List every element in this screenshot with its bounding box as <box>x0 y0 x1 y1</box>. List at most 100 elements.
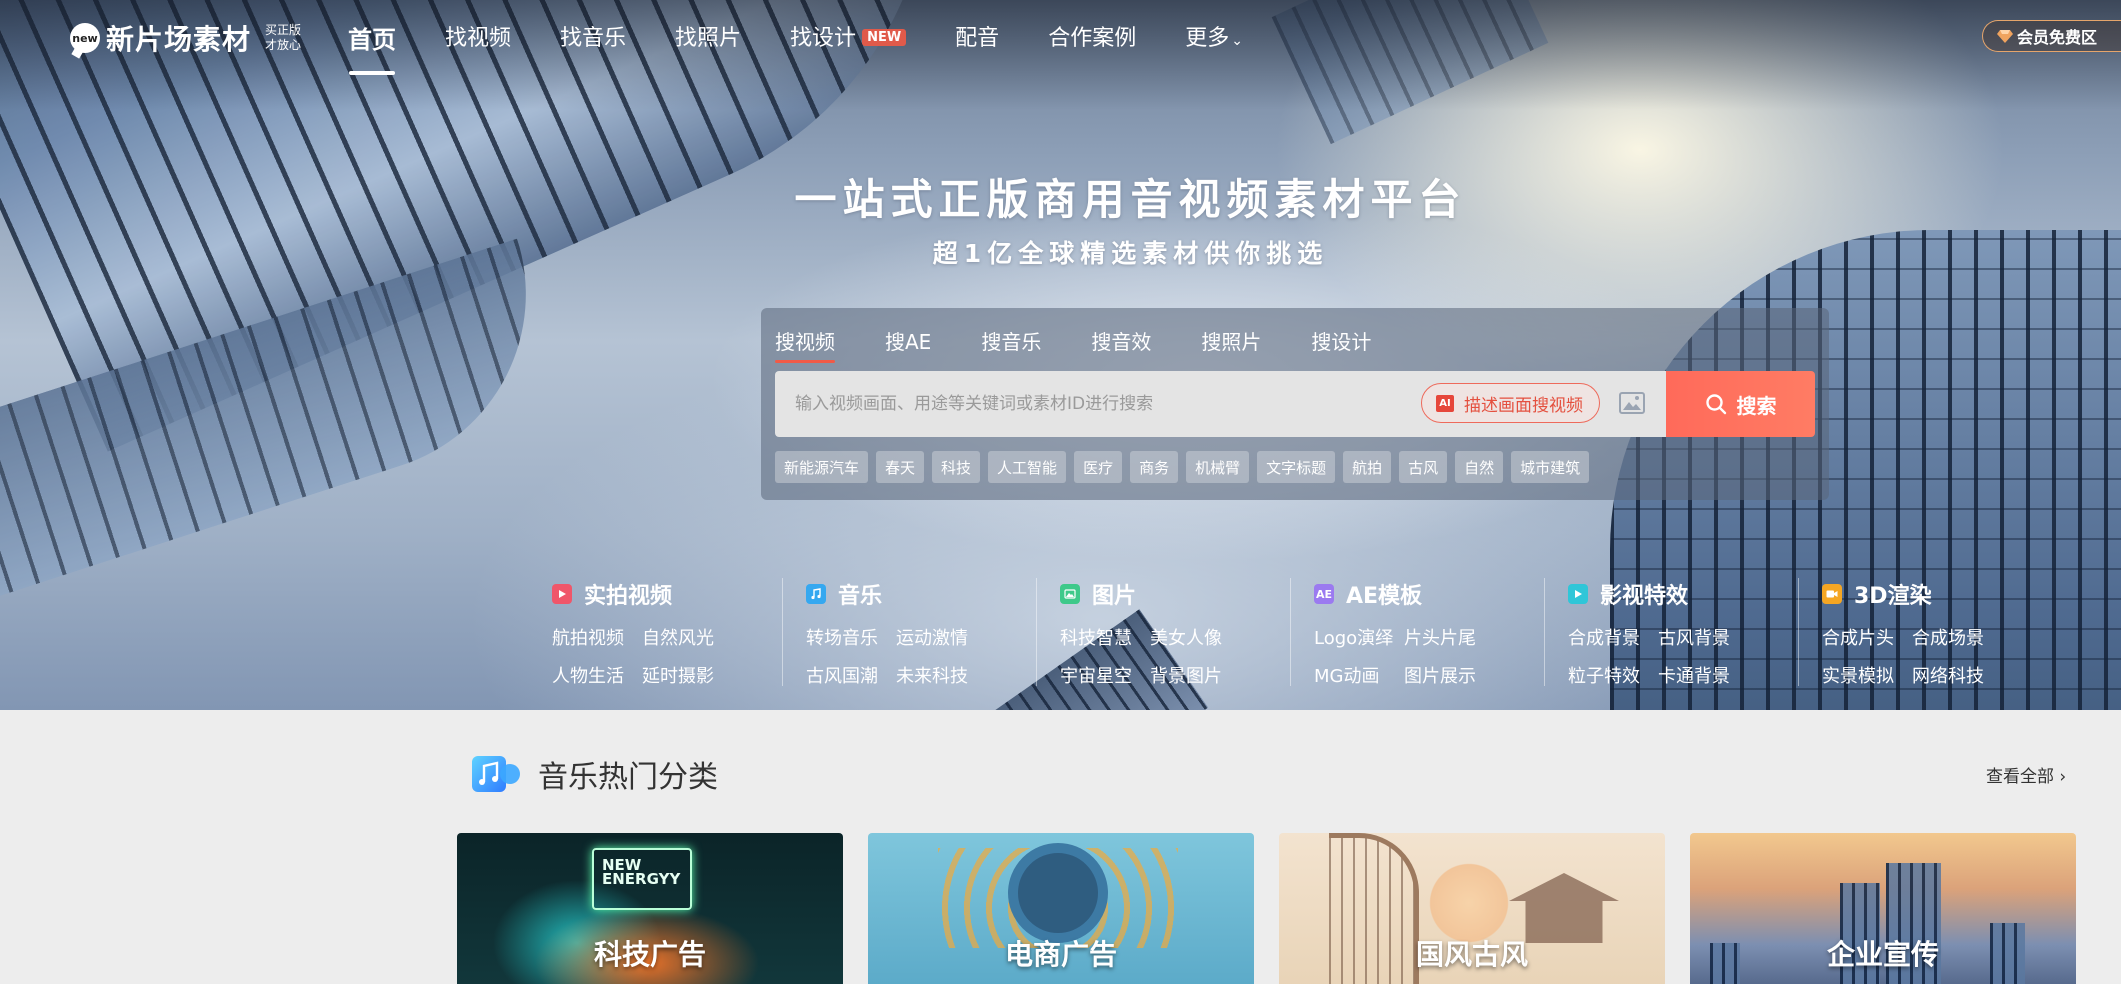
nav-link-find-design[interactable]: 找设计 NEW <box>790 20 907 55</box>
category-link[interactable]: 运动激情 <box>896 624 996 650</box>
nav-link-cases[interactable]: 合作案例 <box>1048 20 1136 55</box>
neon-sign-image: NEW ENERGYY <box>592 848 692 910</box>
image-icon <box>1060 584 1080 604</box>
category-links: Logo演绎 片头片尾 MG动画 图片展示 <box>1314 624 1568 688</box>
hot-tag[interactable]: 古风 <box>1399 451 1448 483</box>
search-tab-design[interactable]: 搜设计 <box>1311 326 1371 355</box>
category-header[interactable]: 图片 <box>1060 578 1314 610</box>
category-link[interactable]: Logo演绎 <box>1314 624 1404 650</box>
view-all-link[interactable]: 查看全部 › <box>1986 762 2066 787</box>
hot-tag[interactable]: 自然 <box>1455 451 1504 483</box>
category-link[interactable]: 合成场景 <box>1912 624 2012 650</box>
category-link[interactable]: 人物生活 <box>552 662 642 688</box>
category-header[interactable]: 音乐 <box>806 578 1060 610</box>
category-link[interactable]: 背景图片 <box>1150 662 1250 688</box>
music-card-chinese-style[interactable]: 国风古风 <box>1279 833 1665 984</box>
card-label: 电商广告 <box>1004 938 1117 971</box>
category-link[interactable]: 网络科技 <box>1912 662 2012 688</box>
category-link[interactable]: 合成片头 <box>1822 624 1912 650</box>
chevron-right-icon: › <box>2059 767 2067 787</box>
category-header[interactable]: 影视特效 <box>1568 578 1822 610</box>
music-note-icon <box>806 584 826 604</box>
category-music: 音乐 转场音乐 运动激情 古风国潮 未来科技 <box>782 578 1060 688</box>
nav-link-find-video[interactable]: 找视频 <box>445 20 511 55</box>
ai-icon: AI <box>1436 394 1454 412</box>
category-header[interactable]: AE AE模板 <box>1314 578 1568 610</box>
nav-link-find-music[interactable]: 找音乐 <box>560 20 626 55</box>
category-link[interactable]: 宇宙星空 <box>1060 662 1150 688</box>
nav-link-more[interactable]: 更多 ⌄ <box>1185 20 1243 55</box>
category-link[interactable]: 延时摄影 <box>642 662 742 688</box>
logo-slogan-line-2: 才放心 <box>265 38 302 52</box>
search-tab-sfx[interactable]: 搜音效 <box>1091 326 1151 355</box>
category-link[interactable]: 航拍视频 <box>552 624 642 650</box>
music-card-tech-ad[interactable]: NEW ENERGYY 科技广告 <box>457 833 843 984</box>
category-title: 影视特效 <box>1600 584 1689 609</box>
nav-links: 首页 找视频 找音乐 找照片 找设计 NEW 配音 合作案例 更多 ⌄ <box>348 20 1292 75</box>
category-title: 实拍视频 <box>584 584 673 609</box>
hot-tag[interactable]: 医疗 <box>1074 451 1123 483</box>
card-label: 国风古风 <box>1415 938 1528 971</box>
category-live-video: 实拍视频 航拍视频 自然风光 人物生活 延时摄影 <box>552 578 806 688</box>
category-link[interactable]: 未来科技 <box>896 662 996 688</box>
hot-tag[interactable]: 春天 <box>876 451 925 483</box>
ai-describe-search-button[interactable]: AI 描述画面搜视频 <box>1421 383 1600 423</box>
category-link[interactable]: 卡通背景 <box>1658 662 1758 688</box>
hot-tag[interactable]: 机械臂 <box>1186 451 1250 483</box>
search-tab-ae[interactable]: 搜AE <box>885 326 931 355</box>
hot-tag[interactable]: 文字标题 <box>1257 451 1336 483</box>
hot-tag[interactable]: 人工智能 <box>988 451 1067 483</box>
category-links: 转场音乐 运动激情 古风国潮 未来科技 <box>806 624 1060 688</box>
hot-tag[interactable]: 科技 <box>932 451 981 483</box>
search-input-wrap: AI 描述画面搜视频 <box>775 371 1666 437</box>
hot-tag[interactable]: 城市建筑 <box>1511 451 1590 483</box>
category-link[interactable]: 古风背景 <box>1658 624 1758 650</box>
category-link[interactable]: 粒子特效 <box>1568 662 1658 688</box>
category-link[interactable]: 合成背景 <box>1568 624 1658 650</box>
category-link[interactable]: 转场音乐 <box>806 624 896 650</box>
image-search-icon[interactable] <box>1619 391 1645 415</box>
category-title: 音乐 <box>838 584 883 609</box>
category-title: 3D渲染 <box>1854 584 1932 609</box>
category-3d-render: 3D渲染 合成片头 合成场景 实景模拟 网络科技 <box>1798 578 2076 688</box>
category-link[interactable]: 科技智慧 <box>1060 624 1150 650</box>
search-button[interactable]: 搜索 <box>1666 371 1815 437</box>
music-card-ecommerce-ad[interactable]: 电商广告 <box>868 833 1254 984</box>
music-section-title: 音乐热门分类 <box>538 760 718 795</box>
neon-sign-text: ENERGYY <box>602 870 681 888</box>
category-link[interactable]: 美女人像 <box>1150 624 1250 650</box>
card-label: 企业宣传 <box>1826 938 1939 971</box>
hot-tags: 新能源汽车 春天 科技 人工智能 医疗 商务 机械臂 文字标题 航拍 古风 自然… <box>775 451 1597 483</box>
site-logo[interactable]: new 新片场素材 买正版 才放心 <box>70 18 301 58</box>
music-card-corporate[interactable]: 企业宣传 <box>1690 833 2076 984</box>
category-link[interactable]: 自然风光 <box>642 624 742 650</box>
category-links: 航拍视频 自然风光 人物生活 延时摄影 <box>552 624 806 688</box>
play-icon <box>1568 584 1588 604</box>
nav-link-home[interactable]: 首页 <box>348 20 396 75</box>
nav-link-find-photo[interactable]: 找照片 <box>675 20 741 55</box>
category-grid: 实拍视频 航拍视频 自然风光 人物生活 延时摄影 音乐 转场音乐 运动激情 古风… <box>552 578 2076 688</box>
diamond-icon <box>1997 30 2013 43</box>
category-link[interactable]: 古风国潮 <box>806 662 896 688</box>
search-input[interactable] <box>795 394 1395 414</box>
category-link[interactable]: MG动画 <box>1314 662 1404 688</box>
search-tab-video[interactable]: 搜视频 <box>775 326 835 363</box>
top-nav: new 新片场素材 买正版 才放心 首页 找视频 找音乐 找照片 找设计 NEW … <box>0 0 2121 75</box>
category-header[interactable]: 实拍视频 <box>552 578 806 610</box>
category-image: 图片 科技智慧 美女人像 宇宙星空 背景图片 <box>1036 578 1314 688</box>
category-link[interactable]: 图片展示 <box>1404 662 1504 688</box>
category-title: AE模板 <box>1346 584 1423 609</box>
chevron-down-icon: ⌄ <box>1231 33 1243 49</box>
hero-headline: 一站式正版商用音视频素材平台 <box>794 175 1467 224</box>
hot-tag[interactable]: 航拍 <box>1343 451 1392 483</box>
category-header[interactable]: 3D渲染 <box>1822 578 2076 610</box>
vip-free-zone-button[interactable]: 会员免费区 <box>1982 20 2121 52</box>
category-link[interactable]: 实景模拟 <box>1822 662 1912 688</box>
category-links: 合成片头 合成场景 实景模拟 网络科技 <box>1822 624 2076 688</box>
hot-tag[interactable]: 商务 <box>1130 451 1179 483</box>
search-tab-music[interactable]: 搜音乐 <box>981 326 1041 355</box>
category-link[interactable]: 片头片尾 <box>1404 624 1504 650</box>
nav-link-dubbing[interactable]: 配音 <box>955 20 999 55</box>
hot-tag[interactable]: 新能源汽车 <box>775 451 869 483</box>
search-tab-photo[interactable]: 搜照片 <box>1201 326 1261 355</box>
